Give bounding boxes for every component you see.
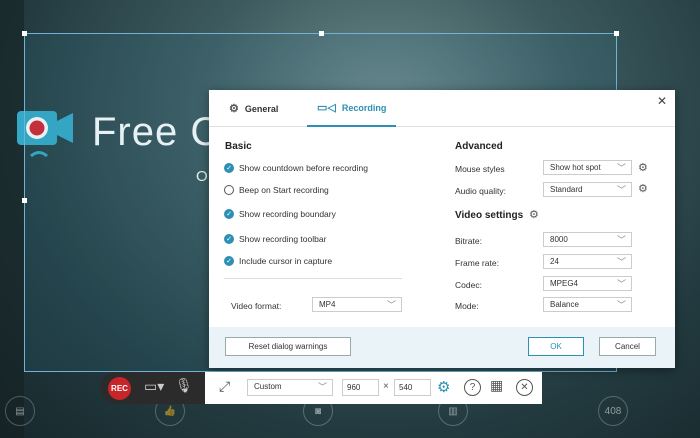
width-input[interactable]: 960: [342, 379, 379, 396]
resize-handle[interactable]: [614, 31, 619, 36]
tab-recording[interactable]: ▭◁ Recording: [307, 90, 397, 127]
basic-heading: Basic: [225, 141, 252, 152]
audio-quality-select[interactable]: Standard ﹀: [543, 182, 632, 197]
chevron-down-icon: ﹀: [616, 300, 626, 310]
background-shade: [0, 0, 24, 438]
height-input[interactable]: 540: [394, 379, 431, 396]
check-icon: ✓: [224, 234, 234, 244]
camera-icon: ▭◁: [317, 102, 336, 114]
mode-select[interactable]: Balance ﹀: [543, 297, 632, 312]
video-format-select[interactable]: MP4 ﹀: [312, 297, 402, 312]
chevron-down-icon: ﹀: [616, 163, 626, 173]
mode-label: Mode:: [455, 301, 479, 311]
chevron-down-icon: ﹀: [616, 279, 626, 289]
audio-quality-label: Audio quality:: [455, 186, 507, 196]
settings-gear-icon[interactable]: ⚙: [437, 378, 450, 396]
option-label: Show countdown before recording: [239, 163, 368, 173]
video-settings-gear-icon[interactable]: ⚙: [529, 208, 539, 221]
preset-select[interactable]: Custom ﹀: [247, 379, 333, 396]
frame-rate-select[interactable]: 24 ﹀: [543, 254, 632, 269]
select-value: 8000: [550, 235, 568, 244]
apps-grid-icon[interactable]: ▦: [490, 377, 503, 394]
settings-dialog: ⚙ General ▭◁ Recording ✕ Basic ✓ Show count…: [209, 90, 675, 368]
chevron-down-icon: ﹀: [616, 235, 626, 245]
check-icon: ✓: [224, 209, 234, 219]
mouse-settings-gear-icon[interactable]: ⚙: [638, 161, 648, 174]
chat-badge-icon: 408: [598, 396, 628, 426]
countdown-checkbox[interactable]: ✓ Show countdown before recording: [224, 163, 368, 173]
dialog-footer: Reset dialog warnings OK Cancel: [209, 327, 675, 368]
close-toolbar-icon[interactable]: ✕: [516, 379, 533, 396]
resize-handle[interactable]: [22, 198, 27, 203]
cursor-checkbox[interactable]: ✓ Include cursor in capture: [224, 256, 332, 266]
video-format-label: Video format:: [231, 301, 282, 311]
reset-warnings-button[interactable]: Reset dialog warnings: [225, 337, 351, 356]
help-icon[interactable]: ?: [464, 379, 481, 396]
recording-toolbar-left: REC ▭▾ 🎙: [100, 372, 210, 404]
tab-general[interactable]: ⚙ General: [223, 90, 284, 127]
codec-select[interactable]: MPEG4 ﹀: [543, 276, 632, 291]
select-value: MPEG4: [550, 279, 579, 288]
tab-bar: ⚙ General ▭◁ Recording ✕: [209, 90, 675, 127]
frame-rate-label: Frame rate:: [455, 258, 499, 268]
unchecked-icon: [224, 185, 234, 195]
video-settings-heading: Video settings: [455, 210, 524, 221]
select-value: 24: [550, 257, 559, 266]
fullscreen-icon[interactable]: ⤢: [219, 378, 230, 395]
mouse-styles-select[interactable]: Show hot spot ﹀: [543, 160, 632, 175]
option-label: Show recording boundary: [239, 209, 336, 219]
option-label: Show recording toolbar: [239, 234, 327, 244]
tab-label: General: [244, 103, 279, 114]
beep-radio[interactable]: Beep on Start recording: [224, 185, 329, 195]
select-value: Standard: [550, 185, 583, 194]
ok-button[interactable]: OK: [528, 337, 584, 356]
check-icon: ✓: [224, 256, 234, 266]
close-icon[interactable]: ✕: [657, 94, 667, 108]
option-label: Beep on Start recording: [239, 185, 329, 195]
audio-settings-gear-icon[interactable]: ⚙: [638, 182, 648, 195]
times-sign: ×: [383, 381, 389, 392]
option-label: Include cursor in capture: [239, 256, 333, 266]
bitrate-label: Bitrate:: [455, 236, 482, 246]
cancel-button[interactable]: Cancel: [599, 337, 656, 356]
tab-label: Recording: [341, 102, 387, 113]
rec-button[interactable]: REC: [108, 377, 131, 400]
chevron-down-icon: ﹀: [386, 300, 396, 310]
codec-label: Codec:: [455, 280, 482, 290]
chevron-down-icon: ﹀: [616, 257, 626, 267]
divider: [224, 278, 402, 279]
screen-icon[interactable]: ▭▾: [144, 378, 164, 395]
gear-icon: ⚙: [229, 103, 239, 115]
microphone-icon[interactable]: 🎙: [175, 377, 193, 394]
advanced-heading: Advanced: [455, 141, 503, 152]
select-value: MP4: [319, 300, 336, 309]
recording-toolbar: ⤢ Custom ﹀ 960 × 540 ⚙ ? ▦ ✕: [205, 372, 542, 404]
mouse-styles-label: Mouse styles: [455, 164, 505, 174]
resize-handle[interactable]: [319, 31, 324, 36]
select-value: Custom: [254, 382, 282, 391]
chevron-down-icon: ﹀: [616, 185, 626, 195]
check-icon: ✓: [224, 163, 234, 173]
boundary-checkbox[interactable]: ✓ Show recording boundary: [224, 209, 336, 219]
screenshot-icon: ▤: [5, 396, 35, 426]
resize-handle[interactable]: [22, 31, 27, 36]
toolbar-checkbox[interactable]: ✓ Show recording toolbar: [224, 234, 326, 244]
select-value: Balance: [550, 300, 579, 309]
chevron-down-icon: ﹀: [317, 382, 327, 392]
bitrate-select[interactable]: 8000 ﹀: [543, 232, 632, 247]
select-value: Show hot spot: [550, 163, 601, 172]
